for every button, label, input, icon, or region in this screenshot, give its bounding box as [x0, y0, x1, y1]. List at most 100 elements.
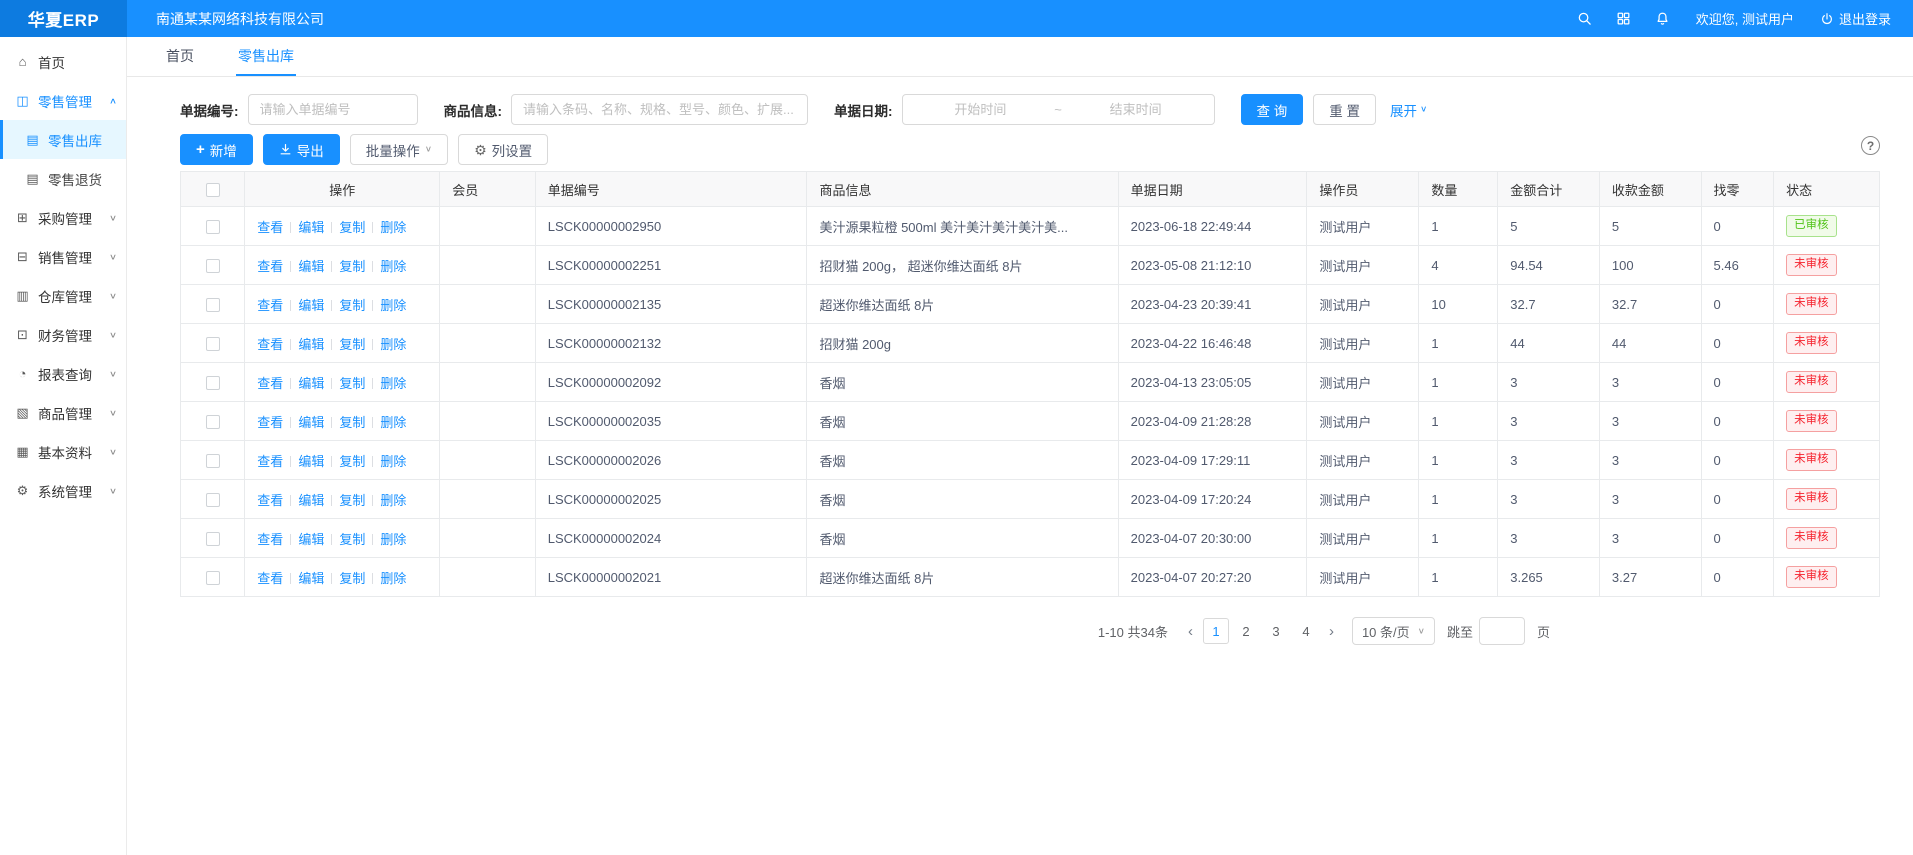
tab-retail-outbound[interactable]: 零售出库: [236, 37, 296, 76]
row-checkbox[interactable]: [206, 376, 220, 390]
tab-home[interactable]: 首页: [164, 37, 196, 76]
row-action-edit[interactable]: 编辑: [298, 376, 324, 391]
row-action-copy[interactable]: 复制: [339, 298, 365, 313]
row-action-copy[interactable]: 复制: [339, 220, 365, 235]
bill-no-input[interactable]: [248, 94, 418, 125]
prev-page-button[interactable]: ‹: [1184, 624, 1197, 639]
export-button[interactable]: 导出: [263, 134, 340, 165]
row-action-view[interactable]: 查看: [257, 337, 283, 352]
batch-actions-button[interactable]: 批量操作 ∨: [350, 134, 448, 165]
sidebar-item-basic-data[interactable]: ▦基本资料∨: [0, 432, 126, 471]
page-button-4[interactable]: 4: [1293, 618, 1319, 644]
row-checkbox[interactable]: [206, 532, 220, 546]
reset-button[interactable]: 重 置: [1313, 94, 1376, 125]
row-action-delete[interactable]: 删除: [380, 454, 406, 469]
sidebar-item-goods-mgmt[interactable]: ▧商品管理∨: [0, 393, 126, 432]
row-action-delete[interactable]: 删除: [380, 259, 406, 274]
sidebar-item-retail-mgmt[interactable]: ◫零售管理∧: [0, 81, 126, 120]
row-action-edit[interactable]: 编辑: [298, 532, 324, 547]
row-action-view[interactable]: 查看: [257, 259, 283, 274]
checkbox-cell: [181, 519, 245, 558]
row-action-edit[interactable]: 编辑: [298, 415, 324, 430]
help-icon[interactable]: ?: [1861, 136, 1880, 155]
row-action-edit[interactable]: 编辑: [298, 220, 324, 235]
retail-icon: ◫: [15, 93, 30, 109]
column-settings-button[interactable]: ⚙ 列设置: [458, 134, 548, 165]
sidebar-item-purchase-mgmt[interactable]: ⊞采购管理∨: [0, 198, 126, 237]
page-button-2[interactable]: 2: [1233, 618, 1259, 644]
sidebar-item-retail-return[interactable]: ▤零售退货: [0, 159, 126, 198]
sidebar-item-system-mgmt[interactable]: ⚙系统管理∨: [0, 471, 126, 510]
row-action-copy[interactable]: 复制: [339, 532, 365, 547]
select-all-checkbox[interactable]: [206, 183, 220, 197]
row-action-copy[interactable]: 复制: [339, 415, 365, 430]
row-checkbox[interactable]: [206, 259, 220, 273]
row-action-copy[interactable]: 复制: [339, 337, 365, 352]
divider-icon: [331, 456, 332, 467]
expand-link[interactable]: 展开 ∨: [1390, 100, 1427, 120]
row-action-copy[interactable]: 复制: [339, 493, 365, 508]
row-action-copy[interactable]: 复制: [339, 454, 365, 469]
qty-cell: 1: [1419, 402, 1498, 441]
row-action-edit[interactable]: 编辑: [298, 493, 324, 508]
row-checkbox[interactable]: [206, 571, 220, 585]
jump-page-input[interactable]: [1479, 617, 1525, 645]
row-action-view[interactable]: 查看: [257, 298, 283, 313]
row-checkbox[interactable]: [206, 493, 220, 507]
row-action-view[interactable]: 查看: [257, 571, 283, 586]
row-action-view[interactable]: 查看: [257, 454, 283, 469]
sidebar-item-report-query[interactable]: ◔报表查询∨: [0, 354, 126, 393]
row-action-copy[interactable]: 复制: [339, 376, 365, 391]
row-action-view[interactable]: 查看: [257, 415, 283, 430]
page-button-1[interactable]: 1: [1203, 618, 1229, 644]
bill-no-cell: LSCK00000002950: [535, 207, 807, 246]
row-action-delete[interactable]: 删除: [380, 220, 406, 235]
sidebar-item-warehouse-mgmt[interactable]: ▥仓库管理∨: [0, 276, 126, 315]
row-action-delete[interactable]: 删除: [380, 415, 406, 430]
page-button-3[interactable]: 3: [1263, 618, 1289, 644]
row-action-view[interactable]: 查看: [257, 493, 283, 508]
row-action-copy[interactable]: 复制: [339, 259, 365, 274]
row-action-delete[interactable]: 删除: [380, 493, 406, 508]
row-action-view[interactable]: 查看: [257, 532, 283, 547]
checkbox-cell: [181, 558, 245, 597]
row-checkbox[interactable]: [206, 298, 220, 312]
row-action-edit[interactable]: 编辑: [298, 259, 324, 274]
row-checkbox[interactable]: [206, 337, 220, 351]
date-range-picker[interactable]: ~: [902, 94, 1215, 125]
bell-icon[interactable]: [1655, 11, 1670, 26]
sidebar-item-home[interactable]: ⌂首页: [0, 42, 126, 81]
column-header-6: 数量: [1419, 172, 1498, 207]
row-action-edit[interactable]: 编辑: [298, 298, 324, 313]
page-size-select[interactable]: 10 条/页 ∨: [1352, 617, 1435, 645]
row-action-delete[interactable]: 删除: [380, 532, 406, 547]
search-button[interactable]: 查 询: [1241, 94, 1304, 125]
row-action-view[interactable]: 查看: [257, 220, 283, 235]
sidebar-item-retail-outbound[interactable]: ▤零售出库: [0, 120, 126, 159]
start-date-input[interactable]: [911, 101, 1051, 118]
sidebar-item-finance-mgmt[interactable]: ⊡财务管理∨: [0, 315, 126, 354]
goods-input[interactable]: [511, 94, 808, 125]
row-action-edit[interactable]: 编辑: [298, 454, 324, 469]
row-checkbox[interactable]: [206, 220, 220, 234]
row-action-view[interactable]: 查看: [257, 376, 283, 391]
row-checkbox[interactable]: [206, 454, 220, 468]
sidebar-item-sales-mgmt[interactable]: ⊟销售管理∨: [0, 237, 126, 276]
row-action-delete[interactable]: 删除: [380, 376, 406, 391]
row-checkbox[interactable]: [206, 415, 220, 429]
status-cell: 未审核: [1774, 480, 1880, 519]
row-action-delete[interactable]: 删除: [380, 571, 406, 586]
row-action-delete[interactable]: 删除: [380, 337, 406, 352]
end-date-input[interactable]: [1066, 101, 1206, 118]
row-action-copy[interactable]: 复制: [339, 571, 365, 586]
next-page-button[interactable]: ›: [1325, 624, 1338, 639]
apps-icon[interactable]: [1616, 11, 1631, 26]
row-action-edit[interactable]: 编辑: [298, 337, 324, 352]
row-action-delete[interactable]: 删除: [380, 298, 406, 313]
row-action-edit[interactable]: 编辑: [298, 571, 324, 586]
search-icon[interactable]: [1577, 11, 1592, 26]
bill-no-cell: LSCK00000002024: [535, 519, 807, 558]
add-button[interactable]: + 新增: [180, 134, 253, 165]
logout-button[interactable]: 退出登录: [1820, 9, 1891, 28]
sidebar-item-label: 零售出库: [48, 130, 102, 150]
